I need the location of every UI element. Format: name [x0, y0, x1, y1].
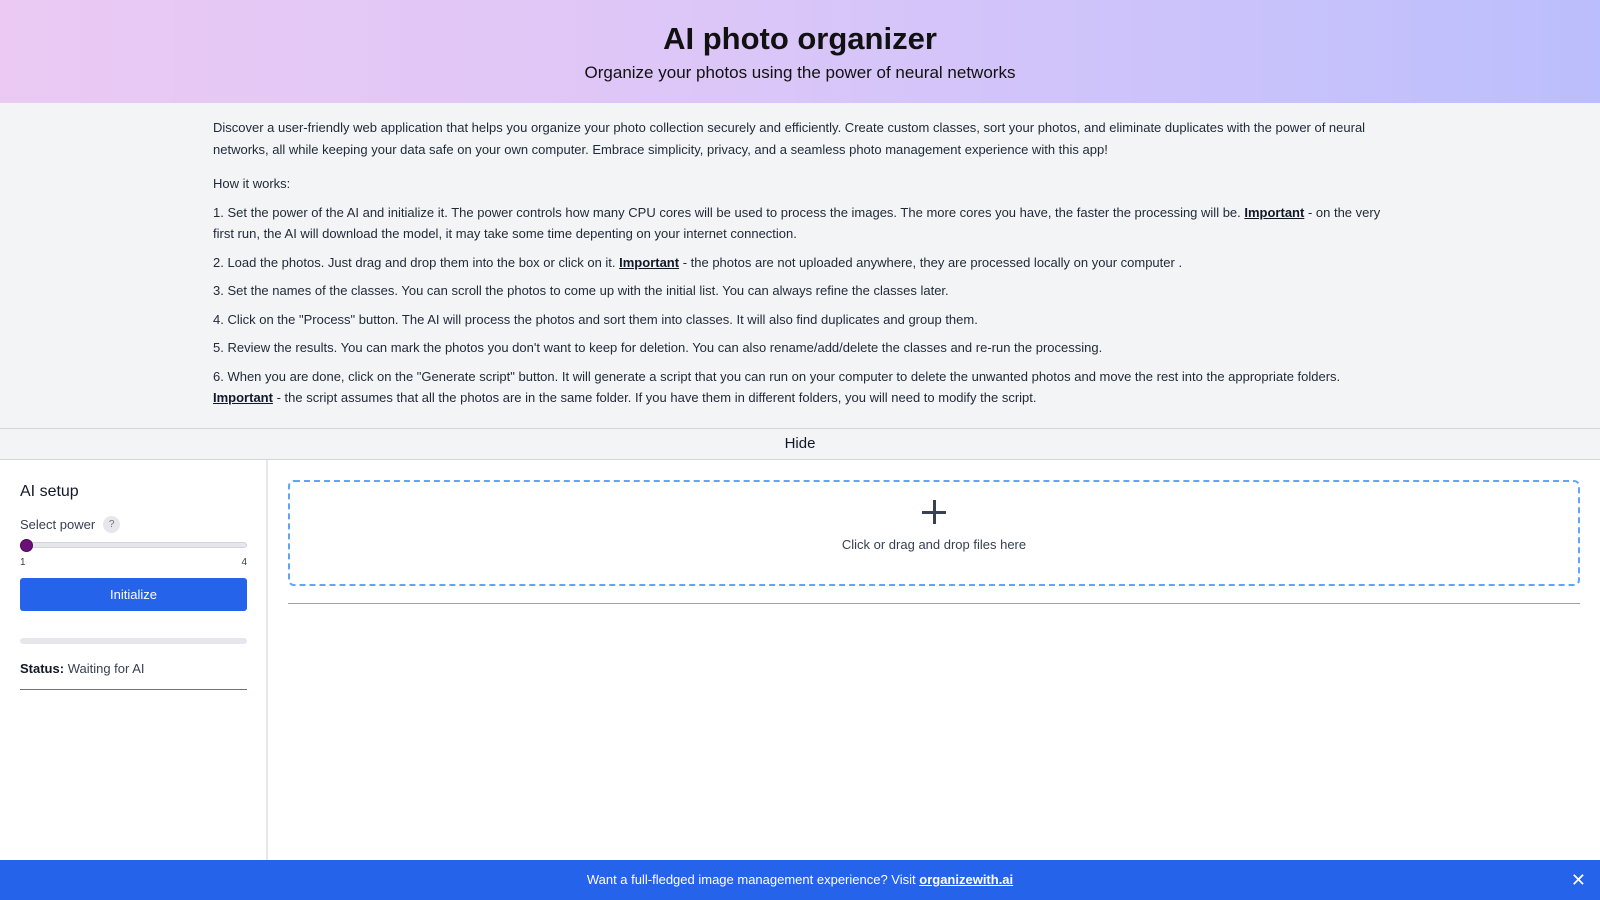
- step-2: 2. Load the photos. Just drag and drop t…: [213, 252, 1388, 274]
- power-slider-scale: 1 4: [20, 557, 247, 568]
- step-4: 4. Click on the "Process" button. The AI…: [213, 311, 978, 327]
- step-5: 5. Review the results. You can mark the …: [213, 340, 1103, 355]
- about-section: Discover a user-friendly web application…: [0, 103, 1600, 429]
- banner-text: Want a full-fledged image management exp…: [586, 872, 920, 887]
- banner-link[interactable]: organizewith.ai: [919, 872, 1013, 887]
- step-6-text: 6. When you are done, click on the "Gene…: [213, 368, 1341, 384]
- hero-header: AI photo organizer Organize your photos …: [0, 0, 1600, 103]
- step-3: 3. Set the names of the classes. You can…: [213, 283, 949, 298]
- power-slider-handle[interactable]: [20, 539, 33, 552]
- main-area: AI setup Select power ? 1 4 Initialize S…: [0, 460, 1600, 862]
- step-2-text: 2. Load the photos. Just drag and drop t…: [213, 254, 620, 270]
- ai-setup-panel: AI setup Select power ? 1 4 Initialize S…: [0, 460, 268, 862]
- important-label: Important: [1244, 204, 1305, 220]
- power-row: Select power ?: [20, 516, 246, 533]
- help-icon[interactable]: ?: [103, 516, 121, 533]
- step-1-text: 1. Set the power of the AI and initializ…: [213, 204, 1245, 220]
- power-max-label: 4: [241, 557, 247, 568]
- status-label: Status:: [20, 661, 65, 676]
- content-divider: [288, 603, 1580, 604]
- ai-setup-title: AI setup: [20, 483, 79, 500]
- step-6-note: - the script assumes that all the photos…: [272, 390, 1037, 405]
- content-area: Click or drag and drop files here: [268, 460, 1600, 862]
- step-6: 6. When you are done, click on the "Gene…: [213, 366, 1388, 409]
- power-slider-track[interactable]: [20, 542, 247, 548]
- plus-icon: [922, 500, 946, 524]
- status-line: Status: Waiting for AI: [20, 661, 247, 690]
- power-min-label: 1: [20, 557, 26, 568]
- promo-banner: Want a full-fledged image management exp…: [0, 860, 1600, 900]
- status-value: Waiting for AI: [67, 661, 145, 676]
- page-subtitle: Organize your photos using the power of …: [584, 63, 1016, 82]
- how-it-works-heading: How it works:: [213, 176, 291, 191]
- intro-paragraph: Discover a user-friendly web application…: [213, 120, 1366, 157]
- power-slider[interactable]: [20, 539, 247, 552]
- page-title: AI photo organizer: [663, 21, 937, 56]
- step-2-note: - the photos are not uploaded anywhere, …: [679, 254, 1183, 270]
- close-icon[interactable]: ✕: [1571, 860, 1586, 900]
- hide-toggle-button[interactable]: Hide: [0, 429, 1600, 460]
- important-label: Important: [213, 390, 273, 405]
- important-label: Important: [619, 254, 680, 270]
- about-content: Discover a user-friendly web application…: [213, 117, 1388, 409]
- select-power-label: Select power: [20, 517, 96, 532]
- step-1: 1. Set the power of the AI and initializ…: [213, 202, 1388, 245]
- dropzone-text: Click or drag and drop files here: [841, 537, 1027, 552]
- file-dropzone[interactable]: Click or drag and drop files here: [288, 480, 1580, 586]
- initialize-button[interactable]: Initialize: [20, 578, 247, 611]
- progress-bar: [20, 638, 247, 644]
